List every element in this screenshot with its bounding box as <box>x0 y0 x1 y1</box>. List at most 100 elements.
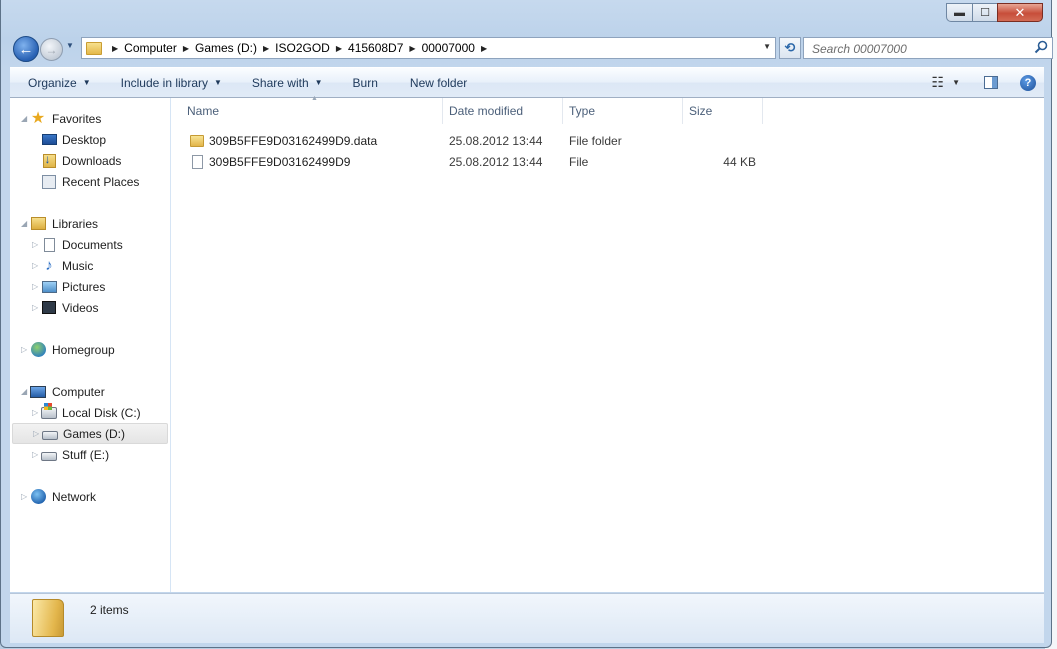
expand-arrow-icon[interactable]: ◢ <box>21 219 27 228</box>
local-disk-icon <box>41 402 57 421</box>
back-button[interactable]: ← <box>13 36 39 62</box>
sidebar-item-videos[interactable]: ▷ Videos <box>10 297 168 318</box>
collapsed-arrow-icon[interactable]: ▷ <box>21 345 27 354</box>
new-folder-button[interactable]: New folder <box>388 76 477 90</box>
close-button[interactable]: ✕ <box>997 3 1043 22</box>
sidebar-item-local-disk-c[interactable]: ▷ Local Disk (C:) <box>10 402 168 423</box>
address-bar[interactable]: ▶ Computer ▶ Games (D:) ▶ ISO2GOD ▶ 4156… <box>81 37 776 59</box>
sidebar-group-network[interactable]: ▷ Network <box>10 486 168 507</box>
forward-button[interactable]: → <box>40 38 63 61</box>
sidebar-group-label: Libraries <box>52 216 99 231</box>
chevron-down-icon: ▼ <box>314 78 323 87</box>
collapsed-arrow-icon[interactable]: ▷ <box>32 408 38 417</box>
breadcrumb-separator[interactable]: ▶ <box>336 44 342 53</box>
file-name: 309B5FFE9D03162499D9.data <box>209 133 378 148</box>
collapsed-arrow-icon[interactable]: ▷ <box>32 282 38 291</box>
file-type: File <box>569 154 589 169</box>
preview-pane-icon[interactable] <box>984 76 998 89</box>
search-icon[interactable] <box>1034 40 1048 54</box>
videos-icon <box>41 300 57 316</box>
collapsed-arrow-icon[interactable]: ▷ <box>21 492 27 501</box>
breadcrumb-separator[interactable]: ▶ <box>112 44 118 53</box>
search-box[interactable] <box>803 37 1053 59</box>
sidebar-item-label: Videos <box>62 300 99 315</box>
column-header-label: Date modified <box>449 104 524 118</box>
breadcrumb-iso2god[interactable]: ISO2GOD <box>275 41 330 55</box>
column-header-type[interactable]: Type <box>563 98 683 124</box>
share-with-button[interactable]: Share with ▼ <box>232 76 333 90</box>
breadcrumb-separator[interactable]: ▶ <box>263 44 269 53</box>
address-history-dropdown[interactable]: ▼ <box>763 42 771 51</box>
sidebar-group-label: Network <box>52 489 97 504</box>
sidebar-item-documents[interactable]: ▷ Documents <box>10 234 168 255</box>
sidebar-item-label: Recent Places <box>62 174 140 189</box>
sidebar-item-desktop[interactable]: Desktop <box>10 129 168 150</box>
recent-pages-dropdown[interactable]: ▼ <box>66 41 74 50</box>
sort-ascending-icon: ▲ <box>311 95 318 102</box>
details-pane: 2 items <box>10 593 1044 643</box>
include-in-library-button[interactable]: Include in library ▼ <box>101 76 232 90</box>
maximize-button[interactable]: ☐ <box>972 3 997 22</box>
chevron-down-icon: ▼ <box>82 78 91 87</box>
file-date: 25.08.2012 13:44 <box>449 133 543 148</box>
breadcrumb-415608d7[interactable]: 415608D7 <box>348 41 403 55</box>
collapsed-arrow-icon[interactable]: ▷ <box>32 450 38 459</box>
sidebar-item-stuff-e[interactable]: ▷ Stuff (E:) <box>10 444 168 465</box>
sidebar-item-label: Documents <box>62 237 123 252</box>
column-header-label: Type <box>569 104 596 118</box>
caption-buttons: ▬ ☐ ✕ <box>946 3 1043 22</box>
collapsed-arrow-icon[interactable]: ▷ <box>32 261 38 270</box>
collapsed-arrow-icon[interactable]: ▷ <box>33 429 39 438</box>
breadcrumb-separator[interactable]: ▶ <box>183 44 189 53</box>
expand-arrow-icon[interactable]: ◢ <box>21 387 27 396</box>
sidebar-group-computer[interactable]: ◢ Computer <box>10 381 168 402</box>
include-in-library-label: Include in library <box>120 75 208 90</box>
breadcrumb-games-d[interactable]: Games (D:) <box>195 41 257 55</box>
organize-button[interactable]: Organize ▼ <box>10 76 101 90</box>
chevron-down-icon: ▼ <box>952 78 960 87</box>
sidebar-item-label: Downloads <box>62 153 122 168</box>
burn-label: Burn <box>352 75 378 90</box>
homegroup-icon <box>30 342 46 358</box>
sidebar-item-label: Desktop <box>62 132 107 147</box>
sidebar-group-label: Computer <box>52 384 105 399</box>
downloads-icon <box>41 152 57 169</box>
sidebar-item-pictures[interactable]: ▷ Pictures <box>10 276 168 297</box>
breadcrumb-00007000[interactable]: 00007000 <box>422 41 475 55</box>
change-view-button[interactable]: ☷ ▼ <box>932 74 960 91</box>
item-count: 2 items <box>90 603 129 617</box>
computer-icon <box>30 384 46 400</box>
sidebar-group-favorites[interactable]: ◢ ★ Favorites <box>10 108 168 129</box>
minimize-button[interactable]: ▬ <box>946 3 972 22</box>
folder-icon <box>86 41 102 55</box>
file-row[interactable]: 309B5FFE9D03162499D9.data 25.08.2012 13:… <box>171 130 771 151</box>
sidebar-item-label: Music <box>62 258 94 273</box>
sidebar-item-recent-places[interactable]: Recent Places <box>10 171 168 192</box>
documents-icon <box>41 237 57 253</box>
sidebar-item-downloads[interactable]: Downloads <box>10 150 168 171</box>
help-icon[interactable]: ? <box>1020 74 1036 91</box>
column-header-size[interactable]: Size <box>683 98 763 124</box>
expand-arrow-icon[interactable]: ◢ <box>21 114 27 123</box>
column-header-date-modified[interactable]: Date modified <box>443 98 563 124</box>
sidebar-group-homegroup[interactable]: ▷ Homegroup <box>10 339 168 360</box>
file-row[interactable]: 309B5FFE9D03162499D9 25.08.2012 13:44 Fi… <box>171 151 771 172</box>
desktop-icon <box>41 132 57 148</box>
sidebar-item-music[interactable]: ▷ ♪ Music <box>10 255 168 276</box>
new-folder-label: New folder <box>409 75 468 90</box>
collapsed-arrow-icon[interactable]: ▷ <box>32 240 38 249</box>
search-input[interactable] <box>810 39 1024 59</box>
folder-icon <box>32 599 64 637</box>
sidebar-group-libraries[interactable]: ◢ Libraries <box>10 213 168 234</box>
sidebar-group-label: Homegroup <box>52 342 115 357</box>
refresh-button[interactable]: ⟲ <box>779 37 801 59</box>
breadcrumb-separator[interactable]: ▶ <box>481 44 487 53</box>
folder-icon <box>190 134 204 147</box>
breadcrumb-separator[interactable]: ▶ <box>409 44 415 53</box>
sidebar-item-games-d[interactable]: ▷ Games (D:) <box>12 423 168 444</box>
breadcrumb-computer[interactable]: Computer <box>124 41 177 55</box>
star-icon: ★ <box>30 109 46 127</box>
collapsed-arrow-icon[interactable]: ▷ <box>32 303 38 312</box>
burn-button[interactable]: Burn <box>333 76 388 90</box>
column-header-name[interactable]: Name ▲ <box>181 95 443 124</box>
